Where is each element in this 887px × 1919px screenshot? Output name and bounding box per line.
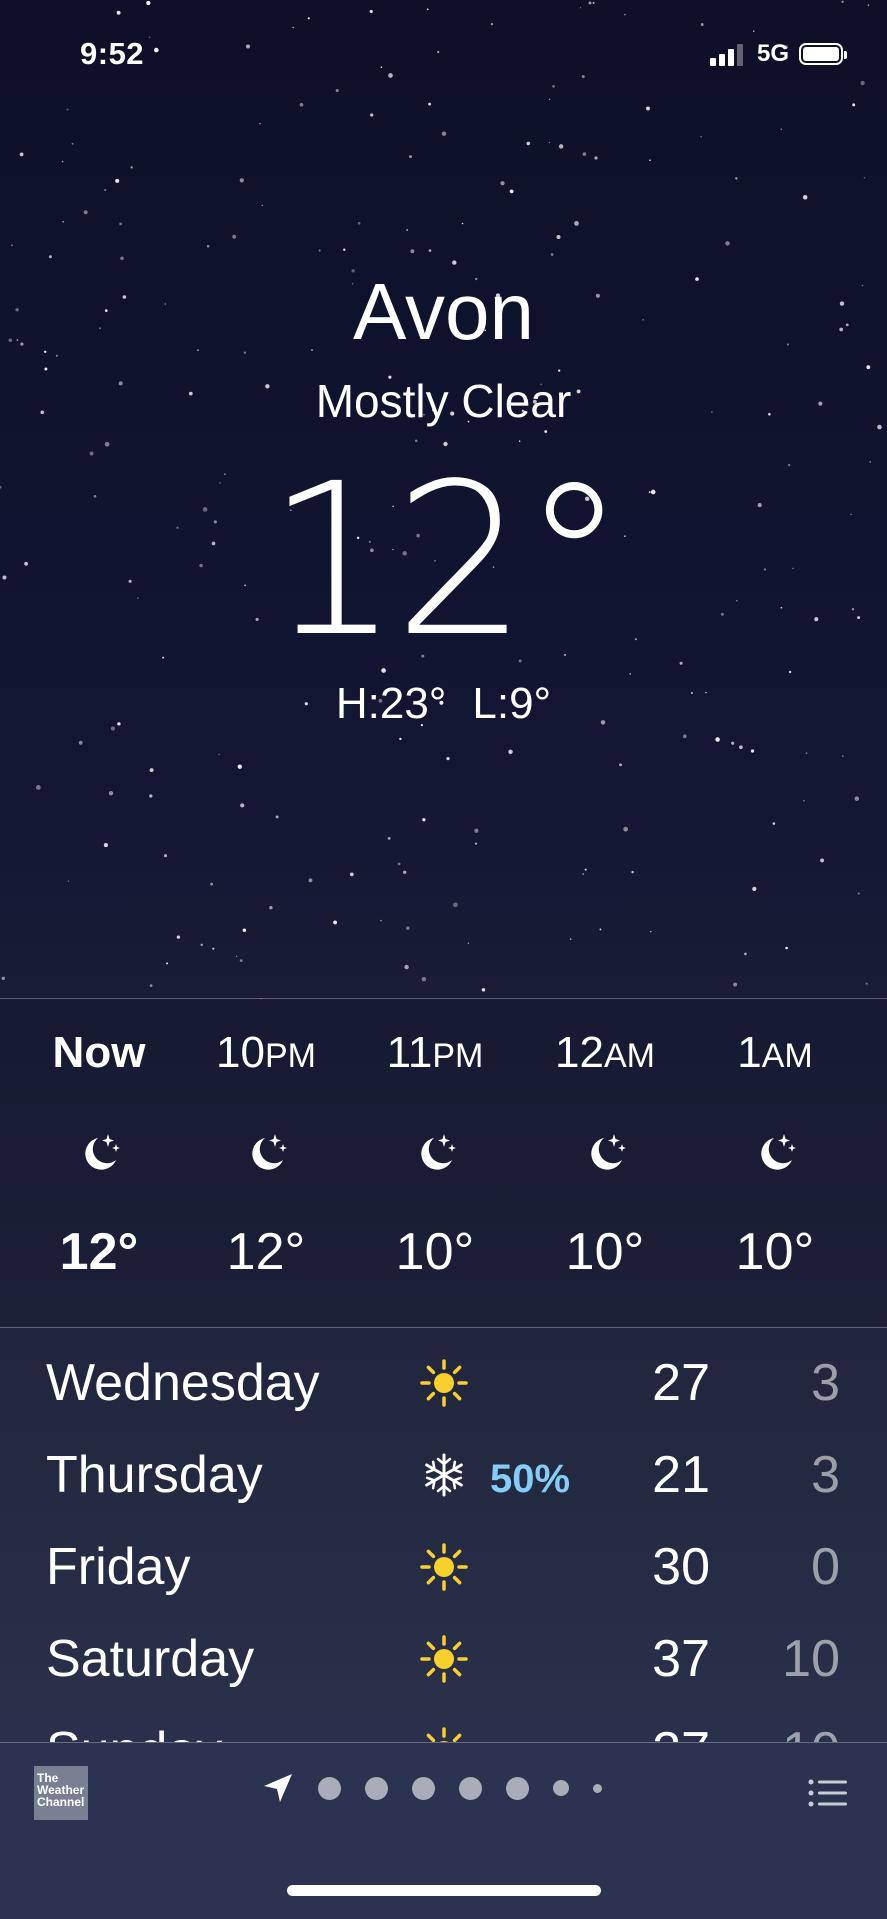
weather-channel-logo[interactable]: The Weather Channel	[34, 1766, 88, 1820]
network-type: 5G	[756, 40, 789, 67]
moon-stars-icon	[24, 1130, 174, 1180]
sun-icon	[418, 1633, 470, 1685]
current-condition: Mostly Clear	[315, 375, 572, 427]
current-temperature: 12°	[266, 438, 626, 683]
hour-temperature: 10°	[565, 1223, 645, 1281]
sun-icon	[418, 1725, 470, 1742]
page-dot[interactable]	[553, 1780, 569, 1796]
hour-label: 1AM	[737, 1028, 813, 1077]
precipitation-chance: 50%	[490, 1457, 571, 1501]
page-dot[interactable]	[459, 1776, 482, 1800]
low-temp: L:9°	[472, 679, 552, 728]
day-name: Sunday	[46, 1721, 222, 1742]
day-low-temp: 3	[811, 1446, 840, 1504]
daily-row[interactable]: Saturday 37 10	[0, 1611, 887, 1703]
day-name: Saturday	[46, 1630, 255, 1688]
moon-stars-icon	[191, 1130, 341, 1180]
sun-icon	[418, 1541, 470, 1593]
daily-row[interactable]: Sunday 27 10	[0, 1703, 887, 1742]
city-name: Avon	[353, 267, 534, 356]
day-name: Friday	[46, 1538, 191, 1596]
day-high-temp: 37	[652, 1630, 710, 1688]
daily-row[interactable]: Friday 30 0	[0, 1519, 887, 1611]
hour-label: 10PM	[216, 1028, 316, 1077]
divider	[0, 998, 887, 999]
hour-label: Now	[52, 1028, 146, 1077]
snowflake-icon	[418, 1449, 470, 1501]
day-low-temp: 10	[730, 1721, 840, 1742]
daily-forecast[interactable]: Wednesday 27 3 Thursday 50% 21 3 Friday 30 0 Satur…	[0, 1328, 887, 1742]
page-dot[interactable]	[506, 1776, 529, 1800]
page-dot[interactable]	[412, 1776, 435, 1800]
hour-label: 12AM	[555, 1028, 655, 1077]
hourly-forecast[interactable]: Now 12° 10PM 12° 11PM 10° 12AM 10° 1AM 10°	[0, 1000, 887, 1326]
day-name: Thursday	[46, 1446, 263, 1504]
moon-stars-icon	[530, 1130, 680, 1180]
day-high-temp: 21	[652, 1446, 710, 1504]
high-temp: H:23°	[335, 679, 447, 728]
page-dot[interactable]	[365, 1776, 388, 1800]
status-indicators: 5G	[709, 40, 847, 68]
day-high-temp: 27	[652, 1354, 710, 1412]
high-low: H:23° L:9°	[0, 676, 887, 732]
status-time: 9:52	[80, 36, 145, 71]
hour-temperature: 12°	[226, 1223, 306, 1281]
signal-icon	[709, 42, 743, 66]
home-indicator[interactable]	[287, 1885, 601, 1896]
location-arrow-icon[interactable]	[262, 1772, 294, 1804]
divider	[0, 1742, 887, 1743]
daily-row[interactable]: Wednesday 27 3	[0, 1335, 887, 1427]
moon-stars-icon	[700, 1130, 850, 1180]
sun-icon	[418, 1357, 470, 1409]
day-high-temp: 30	[652, 1538, 710, 1596]
day-low-temp: 0	[811, 1538, 840, 1596]
page-dot[interactable]	[593, 1783, 602, 1793]
hour-label: 11PM	[386, 1028, 484, 1077]
page-indicator[interactable]	[262, 1772, 602, 1804]
hour-temperature: 12°	[59, 1223, 139, 1281]
list-icon[interactable]	[808, 1778, 848, 1808]
battery-icon	[799, 43, 847, 65]
page-dot[interactable]	[318, 1776, 341, 1800]
moon-stars-icon	[360, 1130, 510, 1180]
day-low-temp: 3	[811, 1354, 840, 1412]
day-name: Wednesday	[46, 1354, 320, 1412]
day-high-temp: 27	[600, 1721, 710, 1742]
daily-row[interactable]: Thursday 50% 21 3	[0, 1427, 887, 1519]
day-low-temp: 10	[782, 1630, 840, 1688]
hour-temperature: 10°	[735, 1223, 815, 1281]
hour-temperature: 10°	[395, 1223, 475, 1281]
